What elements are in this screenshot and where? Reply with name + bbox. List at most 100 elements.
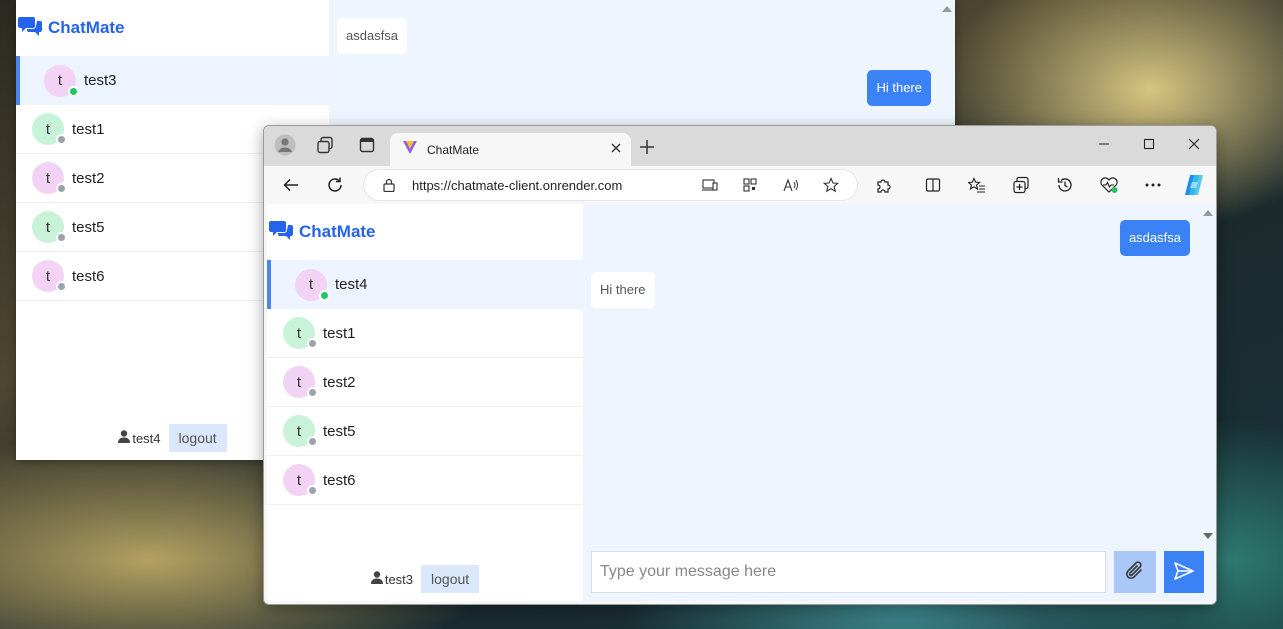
avatar-initial: t xyxy=(45,120,51,138)
close-tab-icon[interactable] xyxy=(609,141,623,160)
paperclip-icon xyxy=(1125,560,1145,585)
sidebar-footer: test3 logout xyxy=(267,565,583,593)
favorite-star-icon[interactable] xyxy=(820,174,842,196)
profile-button[interactable] xyxy=(273,134,297,161)
contact-item[interactable]: t test2 xyxy=(267,358,583,407)
message-outgoing: Hi there xyxy=(867,70,931,106)
read-aloud-icon[interactable] xyxy=(780,174,802,196)
current-user: test4 xyxy=(118,430,161,446)
current-user: test3 xyxy=(370,571,414,587)
avatar: t xyxy=(32,260,67,292)
logout-button[interactable]: logout xyxy=(168,424,227,452)
attach-file-button[interactable] xyxy=(1114,551,1156,593)
front-brand[interactable]: ChatMate xyxy=(267,204,583,260)
tab-actions-button[interactable] xyxy=(355,135,379,159)
copilot-icon[interactable] xyxy=(1182,173,1206,197)
contact-name: test1 xyxy=(323,324,356,342)
avatar: t xyxy=(44,64,79,97)
close-window-icon[interactable] xyxy=(1179,132,1209,156)
avatar-initial: t xyxy=(296,471,302,489)
tab-actions-icon xyxy=(359,137,375,158)
current-user-name: test4 xyxy=(132,430,161,446)
contact-name: test3 xyxy=(84,72,117,89)
send-icon xyxy=(1173,561,1195,584)
brand-name: ChatMate xyxy=(48,18,125,37)
avatar-initial: t xyxy=(45,267,51,285)
browser-essentials-icon[interactable] xyxy=(1097,173,1121,197)
current-user-name: test3 xyxy=(384,571,414,587)
more-menu-icon[interactable] xyxy=(1141,173,1165,197)
message-incoming: asdasfsa xyxy=(337,18,408,54)
contact-item[interactable]: t test1 xyxy=(267,309,583,358)
user-icon xyxy=(370,571,385,587)
message-composer xyxy=(591,551,1204,593)
scroll-down-icon[interactable] xyxy=(1203,533,1213,539)
url-text[interactable]: https://chatmate-client.onrender.com xyxy=(412,178,622,193)
avatar-initial: t xyxy=(45,169,51,187)
contact-name: test6 xyxy=(72,267,105,285)
history-icon[interactable] xyxy=(1053,173,1077,197)
send-message-button[interactable] xyxy=(1164,551,1204,593)
messages-scrollbar[interactable] xyxy=(1199,204,1216,545)
extensions-icon[interactable] xyxy=(872,173,896,197)
offline-status-dot xyxy=(307,338,318,349)
qr-code-icon[interactable] xyxy=(739,174,761,196)
chat-bubbles-icon xyxy=(18,15,42,42)
tab-strip: ChatMate xyxy=(264,126,1216,166)
site-favicon-icon xyxy=(402,139,418,160)
workspaces-icon xyxy=(316,136,334,159)
offline-status-dot xyxy=(56,134,67,145)
avatar: t xyxy=(283,366,318,398)
message-incoming: Hi there xyxy=(591,272,655,308)
logout-button[interactable]: logout xyxy=(421,565,480,593)
profile-icon xyxy=(274,134,296,161)
browser-window: ChatMate https://chatmate-client.onrende… xyxy=(263,125,1217,605)
contact-name: test5 xyxy=(72,218,105,236)
contact-name: test2 xyxy=(72,169,105,187)
avatar-initial: t xyxy=(296,422,302,440)
app-available-icon[interactable] xyxy=(699,174,721,196)
brand-name: ChatMate xyxy=(299,222,376,241)
avatar: t xyxy=(283,464,318,496)
front-sidebar: ChatMate t test4 t test1 t test2 t test5… xyxy=(267,204,583,601)
back-arrow-icon[interactable] xyxy=(279,173,303,197)
favorites-icon[interactable] xyxy=(965,173,989,197)
avatar-initial: t xyxy=(308,276,314,293)
browser-tab[interactable]: ChatMate xyxy=(390,133,631,166)
new-tab-icon[interactable] xyxy=(638,138,656,161)
back-brand[interactable]: ChatMate xyxy=(16,0,329,56)
address-bar[interactable]: https://chatmate-client.onrender.com xyxy=(364,170,857,200)
avatar: t xyxy=(32,113,67,145)
contact-item[interactable]: t test5 xyxy=(267,407,583,456)
avatar: t xyxy=(295,268,330,301)
avatar-initial: t xyxy=(296,373,302,391)
user-icon xyxy=(118,430,132,446)
avatar: t xyxy=(32,211,67,243)
front-chat-area: asdasfsa Hi there xyxy=(583,204,1216,601)
refresh-icon[interactable] xyxy=(323,173,347,197)
minimize-icon[interactable] xyxy=(1089,132,1119,156)
online-status-dot xyxy=(319,289,330,301)
avatar-initial: t xyxy=(296,324,302,342)
maximize-icon[interactable] xyxy=(1134,132,1164,156)
scroll-up-icon[interactable] xyxy=(1203,210,1213,216)
offline-status-dot xyxy=(56,232,67,243)
collections-icon[interactable] xyxy=(1009,173,1033,197)
split-screen-icon[interactable] xyxy=(921,173,945,197)
lock-icon[interactable] xyxy=(378,174,400,196)
contact-name: test4 xyxy=(335,276,368,293)
contact-name: test5 xyxy=(323,422,356,440)
offline-status-dot xyxy=(56,183,67,194)
workspaces-button[interactable] xyxy=(313,135,337,159)
avatar-initial: t xyxy=(57,72,63,89)
contact-name: test1 xyxy=(72,120,105,138)
avatar-initial: t xyxy=(45,218,51,236)
contact-item[interactable]: t test6 xyxy=(267,456,583,505)
contact-item-active[interactable]: t test3 xyxy=(16,56,329,105)
contact-item-active[interactable]: t test4 xyxy=(267,260,583,309)
contact-name: test2 xyxy=(323,373,356,391)
page-viewport: ChatMate t test4 t test1 t test2 t test5… xyxy=(267,204,1216,601)
message-input[interactable] xyxy=(591,551,1106,593)
tab-title: ChatMate xyxy=(427,142,480,157)
scroll-up-icon[interactable] xyxy=(942,6,952,12)
